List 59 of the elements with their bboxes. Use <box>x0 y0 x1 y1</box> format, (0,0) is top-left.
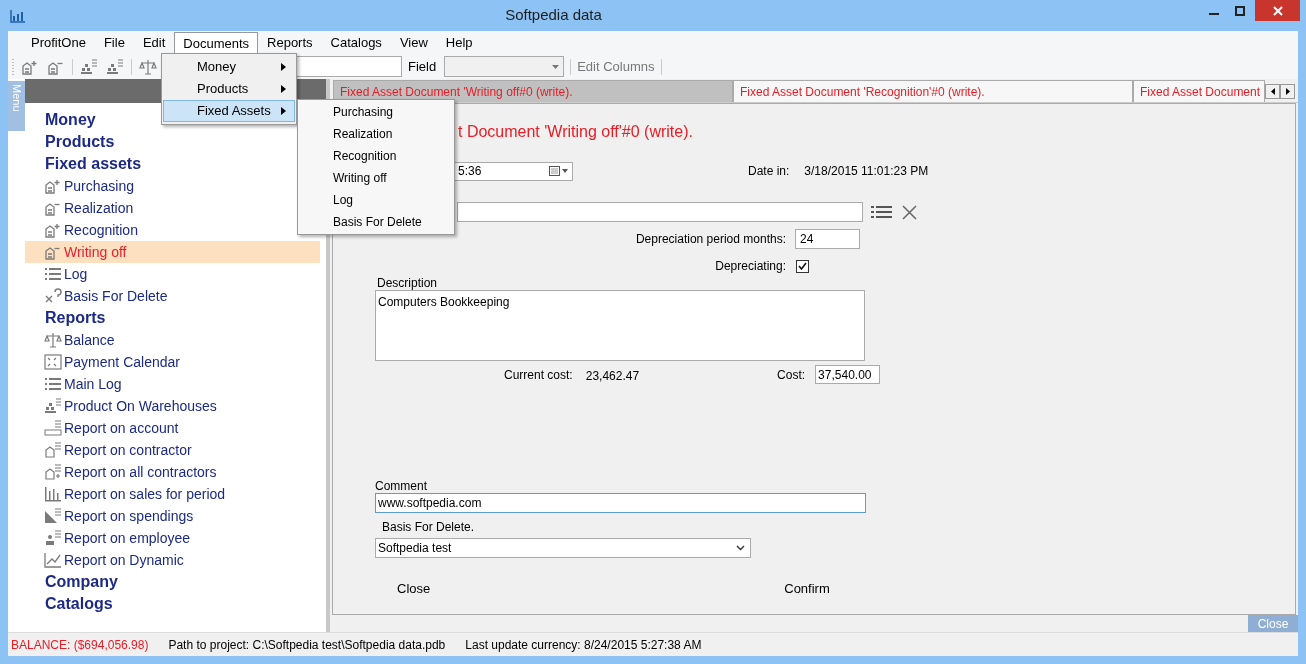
sidebar-section[interactable]: Products <box>45 130 115 154</box>
menu-bar-item[interactable]: ProfitOne <box>22 32 95 54</box>
menu-bar-item[interactable]: Help <box>436 32 482 54</box>
sidebar-item[interactable]: Product On Warehouses <box>25 395 320 417</box>
sidebar-section[interactable]: Reports <box>45 306 106 330</box>
basis-label: Basis For Delete. <box>382 520 475 534</box>
description-label: Description <box>377 276 438 290</box>
date-in-label: Date in: <box>748 163 790 180</box>
menu-item[interactable]: Fixed Assets <box>163 100 295 122</box>
sidebar-section[interactable]: Fixed assets <box>45 152 142 176</box>
sidebar-item[interactable]: Balance <box>25 329 320 351</box>
depreciation-field[interactable]: 24 <box>795 229 860 249</box>
field-label: Field <box>408 57 437 76</box>
basis-dropdown[interactable]: Softpedia test <box>375 538 751 558</box>
current-cost-label: Current cost: <box>504 366 573 384</box>
sidebar-item[interactable]: Report on Dynamic <box>25 549 320 571</box>
sidebar-item[interactable]: Main Log <box>25 373 320 395</box>
form-button[interactable]: Close <box>397 579 431 599</box>
form-button[interactable]: Confirm <box>784 579 830 599</box>
document-title: t Document 'Writing off'#0 (write). <box>458 123 693 140</box>
menu-bar-item[interactable]: View <box>390 32 437 54</box>
sidebar-item[interactable]: Report on account <box>25 417 320 439</box>
comment-field[interactable]: www.softpedia.com <box>375 493 866 513</box>
cost-label: Cost: <box>777 366 806 384</box>
project-path-status: Path to project: C:\Softpedia test\Softpedia data.pdb <box>168 636 446 654</box>
menu-bar-item[interactable]: File <box>94 32 134 54</box>
sidebar-item[interactable]: Basis For Delete <box>25 285 320 307</box>
menu-item[interactable]: Realization <box>298 123 454 145</box>
menu-item[interactable]: Purchasing <box>298 101 454 123</box>
sidebar-item[interactable]: Report on contractor <box>25 439 320 461</box>
edit-columns-button[interactable]: Edit Columns <box>571 56 661 77</box>
comment-label: Comment <box>375 479 427 493</box>
sidebar-item[interactable]: Report on spendings <box>25 505 320 527</box>
depreciating-label: Depreciating: <box>715 259 786 273</box>
document-tab[interactable]: Fixed Asset Document <box>1133 80 1265 102</box>
depreciation-label: Depreciation period months: <box>635 232 786 246</box>
menu-bar-item[interactable]: Documents <box>174 32 259 54</box>
sidebar-item[interactable]: Report on employee <box>25 527 320 549</box>
sidebar-item[interactable]: Report on sales for period <box>25 483 320 505</box>
sidebar-section[interactable]: Money <box>45 108 96 132</box>
menu-item[interactable]: Money <box>163 56 295 78</box>
sidebar-section[interactable]: Company <box>45 570 118 594</box>
last-update-status: Last update currency: 8/24/2015 5:27:38 AM <box>465 636 702 654</box>
window-title: Softpedia data <box>504 5 603 26</box>
sidebar-item[interactable]: Payment Calendar <box>25 351 320 373</box>
sidebar-item[interactable]: Log <box>25 263 320 285</box>
sidebar-item[interactable]: Writing off <box>25 241 320 263</box>
date-in-value: 3/18/2015 11:01:23 PM <box>804 163 929 180</box>
menu-bar-item[interactable]: Reports <box>258 32 322 54</box>
sidebar-item[interactable]: Report on all contractors <box>25 461 320 483</box>
document-tab[interactable]: Fixed Asset Document 'Recognition'#0 (write). <box>733 80 1133 102</box>
current-cost-value: 23,462.47 <box>585 368 640 385</box>
sidebar-section[interactable]: Catalogs <box>45 592 113 616</box>
description-field[interactable]: Computers Bookkeeping <box>375 290 865 361</box>
cost-field[interactable]: 37,540.00 <box>815 365 881 384</box>
menu-bar-item[interactable]: Catalogs <box>321 32 391 54</box>
menu-item[interactable]: Products <box>163 78 295 100</box>
menu-bar-item[interactable]: Edit <box>133 32 175 54</box>
balance-status: BALANCE: ($694,056.98) <box>11 636 149 654</box>
